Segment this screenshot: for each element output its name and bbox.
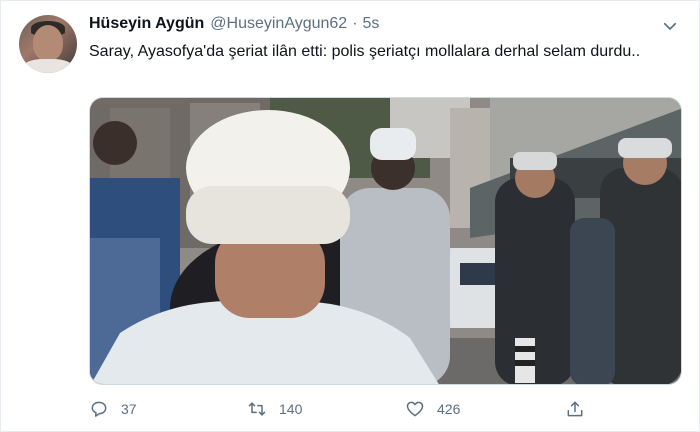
author-name[interactable]: Hüseyin Aygün	[89, 15, 204, 33]
more-options-button[interactable]	[661, 17, 679, 35]
heart-icon	[406, 401, 424, 417]
tweet-text: Saray, Ayasofya'da şeriat ilân etti: pol…	[89, 43, 641, 60]
avatar-face	[33, 25, 63, 61]
reply-icon	[91, 401, 107, 417]
tweet-photo[interactable]	[89, 97, 682, 385]
author-handle[interactable]: @HuseyinAygun62	[210, 15, 347, 33]
tweet-header: Hüseyin Aygün @HuseyinAygun62 · 5s	[89, 15, 379, 37]
chevron-down-icon	[663, 22, 677, 30]
reply-button[interactable]: 37	[89, 397, 137, 421]
share-icon	[567, 401, 583, 417]
like-button[interactable]: 426	[405, 397, 460, 421]
tweet-actions: 37 140 426	[89, 397, 589, 421]
share-button[interactable]	[565, 397, 585, 421]
photo-scene	[90, 98, 681, 384]
reply-count: 37	[121, 401, 137, 417]
retweet-icon	[248, 402, 266, 416]
tweet-timestamp[interactable]: 5s	[363, 15, 380, 33]
like-count: 426	[437, 401, 461, 417]
avatar-shirt	[23, 59, 73, 73]
retweet-count: 140	[279, 401, 303, 417]
tweet-card[interactable]: Hüseyin Aygün @HuseyinAygun62 · 5s Saray…	[0, 0, 700, 432]
header-separator: ·	[352, 15, 358, 32]
author-avatar[interactable]	[19, 15, 77, 73]
retweet-button[interactable]: 140	[247, 397, 302, 421]
